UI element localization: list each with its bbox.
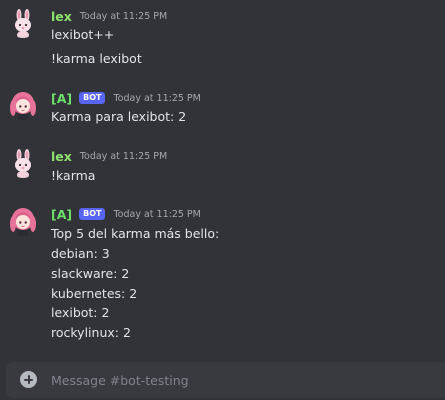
- anime-girl-avatar-icon: [8, 206, 38, 236]
- user-avatar[interactable]: [8, 148, 38, 178]
- bot-avatar[interactable]: [8, 206, 38, 236]
- bot-avatar[interactable]: [8, 90, 38, 120]
- message-input[interactable]: [51, 362, 431, 398]
- pink-bunny-avatar-icon: [8, 8, 38, 38]
- message-text: !karma lexibot: [51, 51, 142, 66]
- message-text: slackware: 2: [51, 266, 130, 281]
- author-name[interactable]: [A]: [51, 207, 72, 222]
- message-header: lex Today at 11:25 PM: [51, 148, 167, 164]
- plus-circle-icon[interactable]: [20, 371, 37, 388]
- message-timestamp[interactable]: Today at 11:25 PM: [80, 151, 167, 162]
- message-list: lex Today at 11:25 PM lexibot++ !karma l…: [0, 0, 445, 360]
- author-name[interactable]: lex: [51, 149, 72, 164]
- message-text: rockylinux: 2: [51, 325, 131, 340]
- message-text: lexibot: 2: [51, 305, 110, 320]
- user-avatar[interactable]: [8, 8, 38, 38]
- message-timestamp[interactable]: Today at 11:25 PM: [113, 209, 200, 220]
- message-timestamp[interactable]: Today at 11:25 PM: [113, 93, 200, 104]
- message-text: Top 5 del karma más bello:: [51, 226, 220, 241]
- bot-badge: BOT: [79, 208, 106, 220]
- message-text: debian: 3: [51, 246, 110, 261]
- author-name[interactable]: [A]: [51, 91, 72, 106]
- anime-girl-avatar-icon: [8, 90, 38, 120]
- message-header: lex Today at 11:25 PM: [51, 8, 167, 24]
- message-composer: [6, 362, 445, 398]
- message-text: Karma para lexibot: 2: [51, 109, 187, 124]
- message-text: lexibot++: [51, 27, 115, 42]
- pink-bunny-avatar-icon: [8, 148, 38, 178]
- message-header: [A] BOT Today at 11:25 PM: [51, 90, 201, 106]
- message-text: !karma: [51, 168, 96, 183]
- author-name[interactable]: lex: [51, 9, 72, 24]
- message-timestamp[interactable]: Today at 11:25 PM: [80, 11, 167, 22]
- message-header: [A] BOT Today at 11:25 PM: [51, 206, 201, 222]
- message-text: kubernetes: 2: [51, 286, 138, 301]
- bot-badge: BOT: [79, 92, 106, 104]
